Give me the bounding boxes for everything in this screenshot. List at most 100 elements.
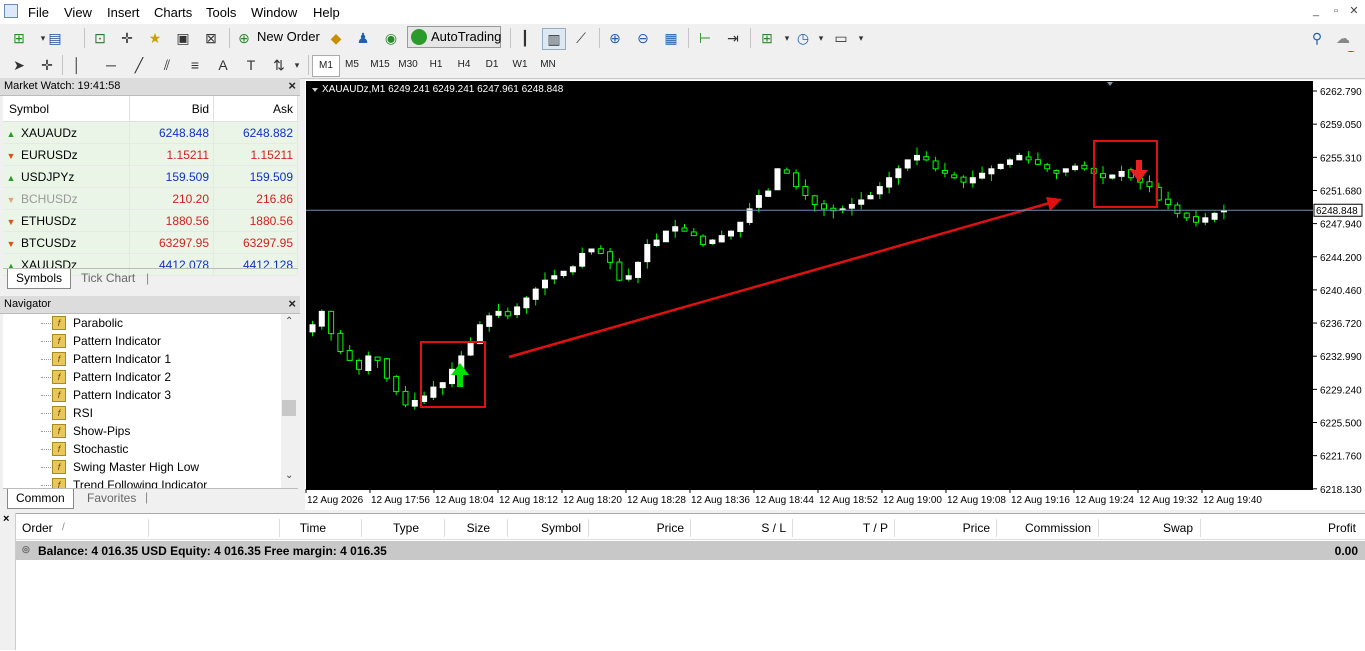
column-price[interactable]: Price <box>657 521 684 535</box>
column-time[interactable]: Time <box>300 521 326 535</box>
price-chart[interactable]: 6262.790 6259.050 6255.310 6251.680 6247.940… <box>305 80 1365 510</box>
horizontal-line-icon[interactable]: ─ <box>100 55 122 75</box>
navigator-item[interactable]: f Pattern Indicator 3 <box>3 386 281 404</box>
indicators-icon[interactable]: ⊞ <box>756 28 778 48</box>
period-m5[interactable]: M5 <box>339 55 365 75</box>
symbol-cell[interactable]: ▼ BCHUSDz <box>3 187 131 210</box>
text-label-icon[interactable]: T <box>240 55 262 75</box>
column-s-l[interactable]: S / L <box>761 521 786 535</box>
column-t-p[interactable]: T / P <box>863 521 888 535</box>
new-order-icon[interactable]: ⊕ <box>233 28 255 48</box>
menu-tools[interactable]: Tools <box>206 5 236 20</box>
tab-common[interactable]: Common <box>7 489 74 509</box>
notifications-icon[interactable]: ☁ <box>1332 28 1354 48</box>
chart-canvas[interactable]: 6262.790 6259.050 6255.310 6251.680 6247.940… <box>305 80 1365 510</box>
chevron-down-icon[interactable]: ▾ <box>850 28 872 48</box>
market-watch-row[interactable]: ▼ BCHUSDz 210.20 216.86 <box>3 187 298 210</box>
vertical-line-icon[interactable]: │ <box>66 55 88 75</box>
period-m1[interactable]: M1 <box>312 55 340 77</box>
column-symbol[interactable]: Symbol <box>541 521 581 535</box>
menu-view[interactable]: View <box>64 5 92 20</box>
market-watch-row[interactable]: ▼ EURUSDz 1.15211 1.15211 <box>3 143 298 166</box>
period-mn[interactable]: MN <box>535 55 561 75</box>
signals-icon[interactable]: ♟ <box>352 28 374 48</box>
close-icon[interactable]: × <box>288 78 296 93</box>
navigator-scrollbar[interactable]: ⌃ ⌄ <box>281 314 298 488</box>
sort-icon[interactable]: / <box>62 522 65 533</box>
close-icon[interactable]: ✕ <box>1346 4 1362 18</box>
symbol-cell[interactable]: ▼ BTCUSDz <box>3 231 131 254</box>
column-bid[interactable]: Bid <box>129 96 215 122</box>
column-order[interactable]: Order <box>22 521 53 535</box>
navigator-item[interactable]: f RSI <box>3 404 281 422</box>
market-watch-row[interactable]: ▼ ETHUSDz 1880.56 1880.56 <box>3 209 298 232</box>
strategy-tester-icon[interactable]: ⊠ <box>200 28 222 48</box>
navigator-item[interactable]: f Pattern Indicator 2 <box>3 368 281 386</box>
new-order-button[interactable]: New Order <box>253 27 324 47</box>
column-size[interactable]: Size <box>467 521 490 535</box>
period-d1[interactable]: D1 <box>479 55 505 75</box>
search-icon[interactable]: ⚲ <box>1306 28 1328 48</box>
column-profit[interactable]: Profit <box>1328 521 1356 535</box>
period-m30[interactable]: M30 <box>395 55 421 75</box>
menu-charts[interactable]: Charts <box>154 5 192 20</box>
market-watch-icon[interactable]: ⊡ <box>89 28 111 48</box>
menu-insert[interactable]: Insert <box>107 5 140 20</box>
menu-help[interactable]: Help <box>313 5 340 20</box>
scroll-thumb[interactable] <box>282 400 296 416</box>
period-h1[interactable]: H1 <box>423 55 449 75</box>
text-icon[interactable]: A <box>212 55 234 75</box>
market-watch-row[interactable]: ▲ USDJPYz 159.509 159.509 <box>3 165 298 188</box>
new-chart-icon[interactable]: ⊞ <box>8 28 30 48</box>
bar-chart-icon[interactable]: ┃ <box>514 28 536 48</box>
trendline-icon[interactable]: ╱ <box>128 55 150 75</box>
symbol-cell[interactable]: ▼ EURUSDz <box>3 143 131 166</box>
candlestick-icon[interactable]: ▥ <box>542 28 566 50</box>
tab-symbols[interactable]: Symbols <box>7 269 72 289</box>
close-icon[interactable]: × <box>288 296 296 311</box>
tile-windows-icon[interactable]: ▦ <box>660 28 682 48</box>
terminal-icon[interactable]: ▣ <box>172 28 194 48</box>
chevron-down-icon[interactable]: ▾ <box>810 28 832 48</box>
column-symbol[interactable]: Symbol <box>3 96 131 122</box>
zoom-in-icon[interactable]: ⊕ <box>604 28 626 48</box>
symbol-cell[interactable]: ▲ XAUAUDz <box>3 121 131 144</box>
column-ask[interactable]: Ask <box>213 96 298 122</box>
chevron-down-icon[interactable]: ⌄ <box>285 470 293 481</box>
period-h4[interactable]: H4 <box>451 55 477 75</box>
auto-scroll-icon[interactable]: ⊢ <box>694 28 716 48</box>
cursor-icon[interactable]: ➤ <box>8 55 30 75</box>
tab-favorites[interactable]: Favorites <box>79 489 144 508</box>
navigator-item[interactable]: f Pattern Indicator 1 <box>3 350 281 368</box>
chevron-down-icon[interactable]: ▾ <box>286 55 308 75</box>
vps-icon[interactable]: ◉ <box>380 28 402 48</box>
column-type[interactable]: Type <box>393 521 419 535</box>
market-watch-row[interactable]: ▲ XAUAUDz 6248.848 6248.882 <box>3 121 298 144</box>
autotrading-button[interactable]: AutoTrading <box>407 26 501 48</box>
equidistant-channel-icon[interactable]: ⫽ <box>156 55 178 75</box>
column-commission[interactable]: Commission <box>1025 521 1091 535</box>
menu-file[interactable]: File <box>28 5 49 20</box>
chevron-up-icon[interactable]: ⌃ <box>285 316 293 327</box>
data-window-icon[interactable]: ✛ <box>116 28 138 48</box>
chart-shift-icon[interactable]: ⇥ <box>722 28 744 48</box>
zoom-out-icon[interactable]: ⊖ <box>632 28 654 48</box>
navigator-icon[interactable]: ★ <box>144 28 166 48</box>
metaeditor-icon[interactable]: ◆ <box>325 28 347 48</box>
templates-icon[interactable]: ▭ <box>830 28 852 48</box>
balance-row[interactable]: ◎ Balance: 4 016.35 USD Equity: 4 016.35… <box>16 541 1365 560</box>
restore-icon[interactable]: ▫ <box>1328 4 1344 18</box>
navigator-item[interactable]: f Show-Pips <box>3 422 281 440</box>
column-price[interactable]: Price <box>963 521 990 535</box>
period-m15[interactable]: M15 <box>367 55 393 75</box>
fibonacci-icon[interactable]: ≡ <box>184 55 206 75</box>
line-chart-icon[interactable]: ⟋ <box>570 28 592 48</box>
tab-tick-chart[interactable]: Tick Chart <box>73 269 143 288</box>
navigator-item[interactable]: f Swing Master High Low <box>3 458 281 476</box>
profiles-icon[interactable]: ▤ <box>44 28 66 48</box>
market-watch-row[interactable]: ▼ BTCUSDz 63297.95 63297.95 <box>3 231 298 254</box>
crosshair-icon[interactable]: ✛ <box>36 55 58 75</box>
navigator-item[interactable]: f Parabolic <box>3 314 281 332</box>
navigator-item[interactable]: f Pattern Indicator <box>3 332 281 350</box>
period-w1[interactable]: W1 <box>507 55 533 75</box>
